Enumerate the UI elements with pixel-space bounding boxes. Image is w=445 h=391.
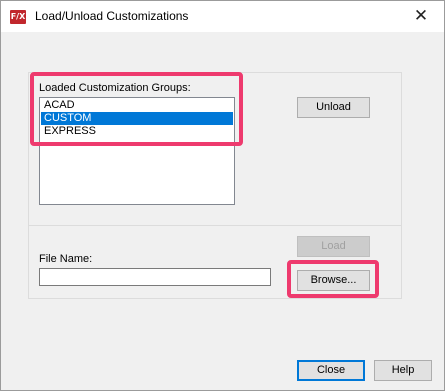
close-icon[interactable]: ✕ bbox=[398, 1, 444, 32]
file-name-label: File Name: bbox=[39, 253, 93, 265]
browse-button[interactable]: Browse... bbox=[297, 270, 370, 291]
list-item-acad[interactable]: ACAD bbox=[41, 99, 233, 112]
dialog-title: Load/Unload Customizations bbox=[35, 9, 189, 23]
load-button[interactable]: Load bbox=[297, 236, 370, 257]
file-name-field[interactable] bbox=[39, 268, 271, 286]
list-item-express[interactable]: EXPRESS bbox=[41, 125, 233, 138]
close-button[interactable]: Close bbox=[297, 360, 365, 381]
title-bar: F/X Load/Unload Customizations ✕ bbox=[1, 1, 444, 32]
help-button[interactable]: Help bbox=[374, 360, 432, 381]
app-icon: F/X bbox=[10, 10, 26, 24]
customization-groups-list[interactable]: ACAD CUSTOM EXPRESS bbox=[39, 97, 235, 205]
unload-button[interactable]: Unload bbox=[297, 97, 370, 118]
load-unload-dialog: F/X Load/Unload Customizations ✕ Loaded … bbox=[0, 0, 445, 391]
list-item-custom[interactable]: CUSTOM bbox=[41, 112, 233, 125]
loaded-groups-label: Loaded Customization Groups: bbox=[39, 82, 191, 94]
